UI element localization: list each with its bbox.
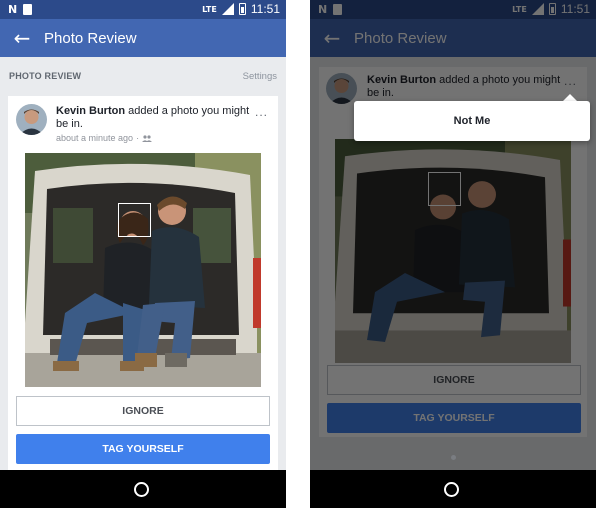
nav-bar	[0, 470, 286, 508]
sd-card-icon	[23, 4, 33, 15]
photo-review-card: Kevin Burton added a photo you might be …	[8, 96, 278, 470]
section-label: PHOTO REVIEW	[9, 71, 82, 81]
battery-icon	[238, 3, 246, 15]
tag-yourself-button[interactable]: TAG YOURSELF	[16, 434, 270, 464]
post-text: Kevin Burton added a photo you might be …	[56, 105, 252, 131]
more-options-button[interactable]: ...	[255, 105, 268, 119]
page-title: Photo Review	[44, 29, 137, 47]
home-circle-icon[interactable]	[444, 482, 459, 497]
home-circle-icon[interactable]	[134, 482, 149, 497]
network-type: LTE	[202, 4, 217, 14]
menu-pointer	[563, 94, 577, 101]
page-indicator-dot	[451, 455, 456, 460]
phone-screen-options-menu: N LTE 11:51 ← Photo Review Kevin Burton …	[310, 0, 596, 508]
avatar[interactable]	[16, 104, 47, 135]
signal-icon	[221, 3, 234, 15]
ignore-button[interactable]: IGNORE	[16, 396, 270, 426]
face-tag-box[interactable]	[118, 203, 151, 237]
tagged-photo	[25, 153, 261, 387]
status-bar: N LTE 11:51	[0, 0, 286, 19]
friends-icon	[142, 134, 153, 142]
settings-link[interactable]: Settings	[243, 71, 277, 82]
nav-bar	[310, 470, 596, 508]
section-header: PHOTO REVIEW Settings	[0, 66, 286, 86]
phone-screen-photo-review: N LTE 11:51 ← Photo Review PHOTO REVIEW …	[0, 0, 286, 508]
status-time: 11:51	[250, 2, 280, 16]
app-bar: ← Photo Review	[0, 19, 286, 57]
author-name[interactable]: Kevin Burton	[56, 105, 125, 117]
back-arrow-icon[interactable]: ←	[0, 26, 44, 50]
notification-n-icon: N	[8, 3, 18, 16]
post-meta: about a minute ago ·	[56, 133, 153, 143]
not-me-menu-item[interactable]: Not Me	[454, 115, 491, 127]
meta-separator: ·	[136, 133, 140, 143]
options-menu: Not Me	[354, 101, 590, 141]
modal-overlay[interactable]	[310, 0, 596, 470]
post-timestamp: about a minute ago	[56, 133, 134, 143]
